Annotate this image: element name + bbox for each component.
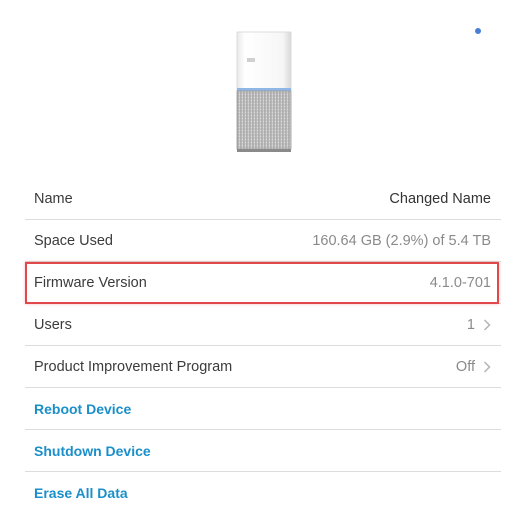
erase-all-data-row[interactable]: Erase All Data [25, 472, 501, 514]
users-count: 1 [466, 316, 475, 333]
status-dot [475, 28, 481, 34]
chevron-right-icon [483, 360, 491, 373]
firmware-version-label: Firmware Version [34, 274, 147, 291]
product-improvement-value: Off [455, 358, 475, 375]
nas-drive-icon [236, 31, 292, 152]
firmware-version-value: 4.1.0-701 [429, 274, 491, 291]
users-label: Users [34, 316, 72, 333]
name-label: Name [34, 190, 73, 207]
chevron-right-icon [483, 318, 491, 331]
reboot-device-link[interactable]: Reboot Device [34, 401, 131, 417]
reboot-device-row[interactable]: Reboot Device [25, 388, 501, 430]
product-improvement-label: Product Improvement Program [34, 358, 233, 375]
firmware-version-row: Firmware Version 4.1.0-701 [25, 262, 501, 304]
space-used-label: Space Used [34, 232, 113, 249]
device-image [235, 30, 293, 154]
space-used-row: Space Used 160.64 GB (2.9%) of 5.4 TB [25, 220, 501, 262]
shutdown-device-row[interactable]: Shutdown Device [25, 430, 501, 472]
device-settings-list: Name Changed Name Space Used 160.64 GB (… [25, 178, 501, 514]
space-used-value: 160.64 GB (2.9%) of 5.4 TB [312, 232, 491, 249]
erase-all-data-link[interactable]: Erase All Data [34, 485, 128, 501]
name-row[interactable]: Name Changed Name [25, 178, 501, 220]
users-row[interactable]: Users 1 [25, 304, 501, 346]
shutdown-device-link[interactable]: Shutdown Device [34, 443, 151, 459]
product-improvement-row[interactable]: Product Improvement Program Off [25, 346, 501, 388]
name-value: Changed Name [389, 190, 491, 207]
